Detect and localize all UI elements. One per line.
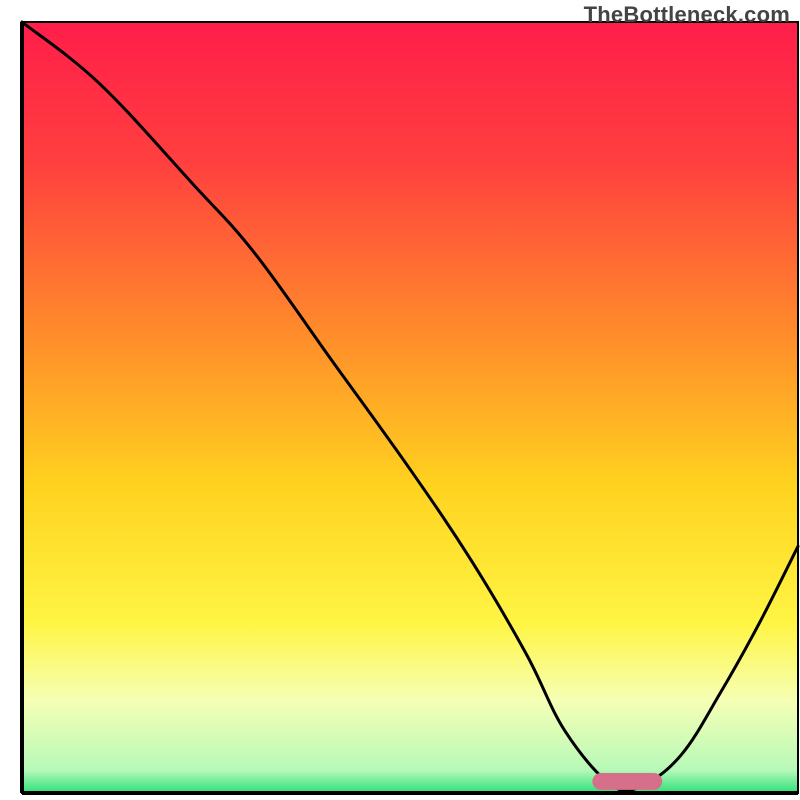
watermark-text: TheBottleneck.com: [584, 2, 790, 28]
bottleneck-chart: [0, 0, 800, 800]
gradient-background: [22, 22, 798, 793]
optimal-range-marker: [592, 773, 662, 790]
chart-stage: TheBottleneck.com: [0, 0, 800, 800]
